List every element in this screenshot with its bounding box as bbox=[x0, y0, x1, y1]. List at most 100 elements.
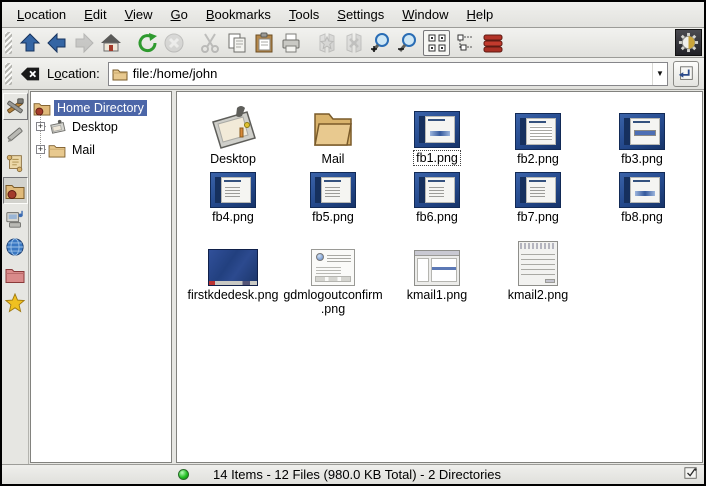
back-button[interactable] bbox=[43, 30, 70, 56]
image-thumbnail bbox=[518, 241, 558, 286]
tree-item-home-directory[interactable]: Home Directory bbox=[33, 98, 147, 118]
menu-window[interactable]: Window bbox=[393, 7, 457, 22]
zoom-out-button[interactable] bbox=[394, 30, 421, 56]
file-item-fb7[interactable]: fb7.png bbox=[488, 172, 588, 224]
remove-effect-button[interactable] bbox=[340, 30, 367, 56]
print-icon bbox=[280, 32, 302, 54]
new-effect-button[interactable] bbox=[313, 30, 340, 56]
sidebar-tab-devices[interactable] bbox=[3, 205, 28, 232]
image-thumbnail bbox=[311, 249, 355, 286]
file-item-fb8[interactable]: fb8.png bbox=[592, 172, 692, 224]
image-thumbnail bbox=[414, 172, 460, 208]
home-button[interactable] bbox=[97, 30, 124, 56]
pencil-icon bbox=[5, 125, 25, 145]
multicolumn-view-icon bbox=[482, 32, 504, 54]
image-thumbnail bbox=[619, 113, 665, 150]
file-item-desktop[interactable]: Desktop bbox=[183, 96, 283, 166]
tree-item-mail[interactable]: Mail bbox=[48, 140, 98, 160]
file-item-kmail2[interactable]: kmail2.png bbox=[488, 226, 588, 302]
location-input[interactable]: file:/home/john bbox=[133, 66, 652, 81]
sidebar-configure-button[interactable] bbox=[3, 93, 28, 120]
file-label: fb2.png bbox=[515, 152, 561, 166]
sidebar-tab-network[interactable] bbox=[3, 233, 28, 260]
cut-icon bbox=[199, 32, 221, 54]
sidebar-tab-home-directory[interactable] bbox=[3, 177, 28, 204]
paste-icon bbox=[253, 32, 275, 54]
sidebar-tab-bookmarks[interactable] bbox=[3, 289, 28, 316]
main-area: Home Directory + Desktop + Mail Desktop bbox=[2, 90, 704, 464]
reload-icon bbox=[136, 32, 158, 54]
sidebar-tab-pencil[interactable] bbox=[3, 121, 28, 148]
status-text: 14 Items - 12 Files (980.0 KB Total) - 2… bbox=[213, 467, 684, 482]
file-item-mail[interactable]: Mail bbox=[283, 96, 383, 166]
file-item-fb6[interactable]: fb6.png bbox=[387, 172, 487, 224]
go-button[interactable] bbox=[673, 61, 699, 87]
red-folder-icon bbox=[5, 266, 25, 284]
up-button[interactable] bbox=[16, 30, 43, 56]
location-label: Location: bbox=[47, 66, 100, 81]
status-bar: 14 Items - 12 Files (980.0 KB Total) - 2… bbox=[2, 464, 704, 484]
location-dropdown-arrow[interactable]: ▼ bbox=[652, 63, 667, 85]
file-label: fb4.png bbox=[210, 210, 256, 224]
file-item-fb5[interactable]: fb5.png bbox=[283, 172, 383, 224]
file-item-kmail1[interactable]: kmail1.png bbox=[387, 234, 487, 302]
tree-view-button[interactable] bbox=[452, 30, 479, 56]
icon-view-button[interactable] bbox=[423, 30, 450, 56]
scroll-icon bbox=[5, 153, 25, 173]
location-combobox[interactable]: file:/home/john ▼ bbox=[108, 62, 668, 86]
menu-edit[interactable]: Edit bbox=[75, 7, 115, 22]
image-thumbnail bbox=[414, 111, 460, 148]
tree-view-icon bbox=[455, 32, 477, 54]
tree-item-desktop[interactable]: Desktop bbox=[48, 117, 121, 137]
menu-bookmarks[interactable]: Bookmarks bbox=[197, 7, 280, 22]
kde-logo[interactable] bbox=[675, 29, 702, 56]
file-item-fb1[interactable]: fb1.png bbox=[387, 96, 487, 166]
active-view-indicator-icon[interactable] bbox=[684, 466, 698, 483]
folder-tree-panel[interactable]: Home Directory + Desktop + Mail bbox=[30, 91, 172, 463]
sidebar-tab-root-folder[interactable] bbox=[3, 261, 28, 288]
tree-expander-desktop[interactable]: + bbox=[36, 122, 45, 131]
sidebar-tab-history[interactable] bbox=[3, 149, 28, 176]
image-thumbnail bbox=[515, 113, 561, 150]
location-toolbar: Location: file:/home/john ▼ bbox=[2, 58, 704, 90]
icon-view[interactable]: Desktop Mail fb1.png fb2.png fb3.png bbox=[176, 91, 703, 463]
file-item-gdmlogoutconfirm[interactable]: gdmlogoutconfirm.png bbox=[283, 234, 383, 316]
image-thumbnail bbox=[310, 172, 356, 208]
image-thumbnail bbox=[515, 172, 561, 208]
go-icon bbox=[677, 65, 695, 83]
toolbar-handle[interactable] bbox=[5, 32, 12, 54]
konqueror-window: Location Edit View Go Bookmarks Tools Se… bbox=[0, 0, 706, 486]
file-label: fb3.png bbox=[619, 152, 665, 166]
clear-location-button[interactable] bbox=[16, 61, 43, 87]
cut-button[interactable] bbox=[196, 30, 223, 56]
file-item-fb2[interactable]: fb2.png bbox=[488, 96, 588, 166]
desktop-folder-icon bbox=[207, 104, 259, 150]
paste-button[interactable] bbox=[250, 30, 277, 56]
copy-button[interactable] bbox=[223, 30, 250, 56]
new-effect-icon bbox=[316, 32, 338, 54]
file-item-fb3[interactable]: fb3.png bbox=[592, 96, 692, 166]
menu-go[interactable]: Go bbox=[162, 7, 197, 22]
menu-location[interactable]: Location bbox=[8, 7, 75, 22]
print-button[interactable] bbox=[277, 30, 304, 56]
menu-view[interactable]: View bbox=[116, 7, 162, 22]
menu-bar: Location Edit View Go Bookmarks Tools Se… bbox=[2, 2, 704, 28]
folder-icon bbox=[48, 143, 66, 158]
folder-icon bbox=[112, 67, 128, 81]
zoom-in-button[interactable] bbox=[367, 30, 394, 56]
stop-button[interactable] bbox=[160, 30, 187, 56]
menu-settings[interactable]: Settings bbox=[328, 7, 393, 22]
forward-button[interactable] bbox=[70, 30, 97, 56]
menu-tools[interactable]: Tools bbox=[280, 7, 328, 22]
location-toolbar-handle[interactable] bbox=[5, 63, 12, 85]
reload-button[interactable] bbox=[133, 30, 160, 56]
kde-gear-icon bbox=[678, 32, 699, 53]
file-item-fb4[interactable]: fb4.png bbox=[183, 172, 283, 224]
tree-expander-mail[interactable]: + bbox=[36, 145, 45, 154]
menu-help[interactable]: Help bbox=[458, 7, 503, 22]
image-thumbnail bbox=[414, 250, 460, 286]
multicolumn-view-button[interactable] bbox=[479, 30, 506, 56]
zoom-out-icon bbox=[397, 32, 419, 54]
file-item-firstkdedesk[interactable]: firstkdedesk.png bbox=[183, 234, 283, 302]
devices-icon bbox=[5, 209, 25, 229]
